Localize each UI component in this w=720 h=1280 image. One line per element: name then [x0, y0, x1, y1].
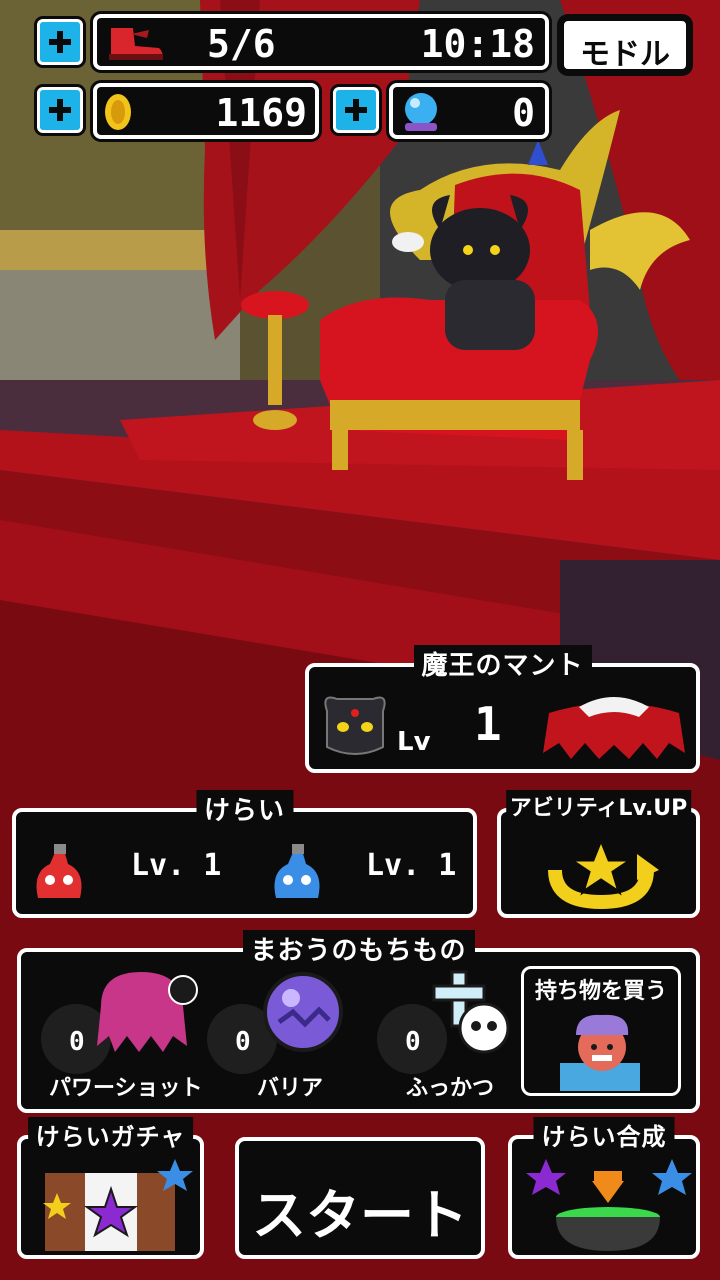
add-gems-button[interactable]: [333, 87, 379, 133]
back-button-label: モドル: [580, 37, 670, 72]
revive-skull-icon[interactable]: [426, 968, 516, 1058]
barrier-count: 0: [235, 1027, 251, 1057]
buy-items-label: 持ち物を買う: [534, 979, 667, 1004]
coin-icon: [105, 94, 131, 130]
coin-value: 1169: [215, 91, 307, 135]
barrier-orb-icon[interactable]: [261, 970, 345, 1054]
gem-bar: 0: [389, 83, 549, 139]
fusion-cauldron-icon: [526, 1159, 692, 1251]
boot-icon: [109, 28, 163, 60]
mantle-lv-label: Lv: [397, 727, 431, 757]
blue-slime-icon: [274, 844, 320, 898]
power-shot-count: 0: [69, 1027, 85, 1057]
servants-title: けらい: [195, 790, 294, 827]
fusion-button[interactable]: けらい合成: [508, 1117, 700, 1259]
servant-2-level: Lv. 1: [366, 848, 457, 883]
coin-bar: 1169: [93, 83, 319, 139]
shopkeeper-icon: [560, 1014, 640, 1091]
servant-1-level: Lv. 1: [131, 848, 222, 883]
red-slime-icon: [36, 844, 82, 898]
gacha-door-icon: [43, 1159, 193, 1251]
stamina-value: 5/6: [207, 22, 276, 66]
items-panel: まおうのもちもの 0 パワーショット 0 バリア 0 ふっかつ 持ち物を買う: [17, 930, 700, 1113]
barrier-label: バリア: [257, 1076, 324, 1101]
gem-value: 0: [512, 91, 535, 135]
star-levelup-icon: [548, 835, 659, 910]
add-coins-button[interactable]: [37, 87, 83, 133]
power-shot-icon[interactable]: [91, 966, 201, 1056]
mantle-icon: [543, 697, 685, 759]
buy-items-button[interactable]: 持ち物を買う: [521, 966, 681, 1096]
mantle-level: 1: [474, 697, 502, 751]
items-title: まおうのもちもの: [242, 930, 475, 967]
fusion-title: けらい合成: [533, 1117, 675, 1152]
mantle-panel[interactable]: 魔王のマント Lv 1: [305, 645, 700, 773]
ability-title: アビリティLv.UP: [505, 790, 692, 822]
crystal-ball-icon: [405, 93, 437, 131]
servants-panel[interactable]: けらい Lv. 1 Lv. 1: [12, 790, 477, 918]
ability-levelup-button[interactable]: アビリティLv.UP: [497, 790, 700, 918]
start-label: スタート: [252, 1184, 468, 1247]
mantle-title: 魔王のマント: [413, 645, 592, 682]
gacha-title: けらいガチャ: [27, 1117, 194, 1152]
add-stamina-button[interactable]: [37, 19, 83, 65]
revive-label: ふっかつ: [406, 1076, 495, 1101]
gacha-button[interactable]: けらいガチャ: [17, 1117, 204, 1259]
revive-count: 0: [405, 1027, 421, 1057]
demon-lord-icon: [324, 696, 386, 755]
stamina-timer: 10:18: [420, 22, 535, 66]
back-button[interactable]: モドル: [560, 17, 690, 73]
start-button[interactable]: スタート: [235, 1137, 485, 1259]
stamina-timer-bar: 5/6 10:18: [93, 14, 549, 70]
power-shot-label: パワーショット: [49, 1076, 203, 1101]
